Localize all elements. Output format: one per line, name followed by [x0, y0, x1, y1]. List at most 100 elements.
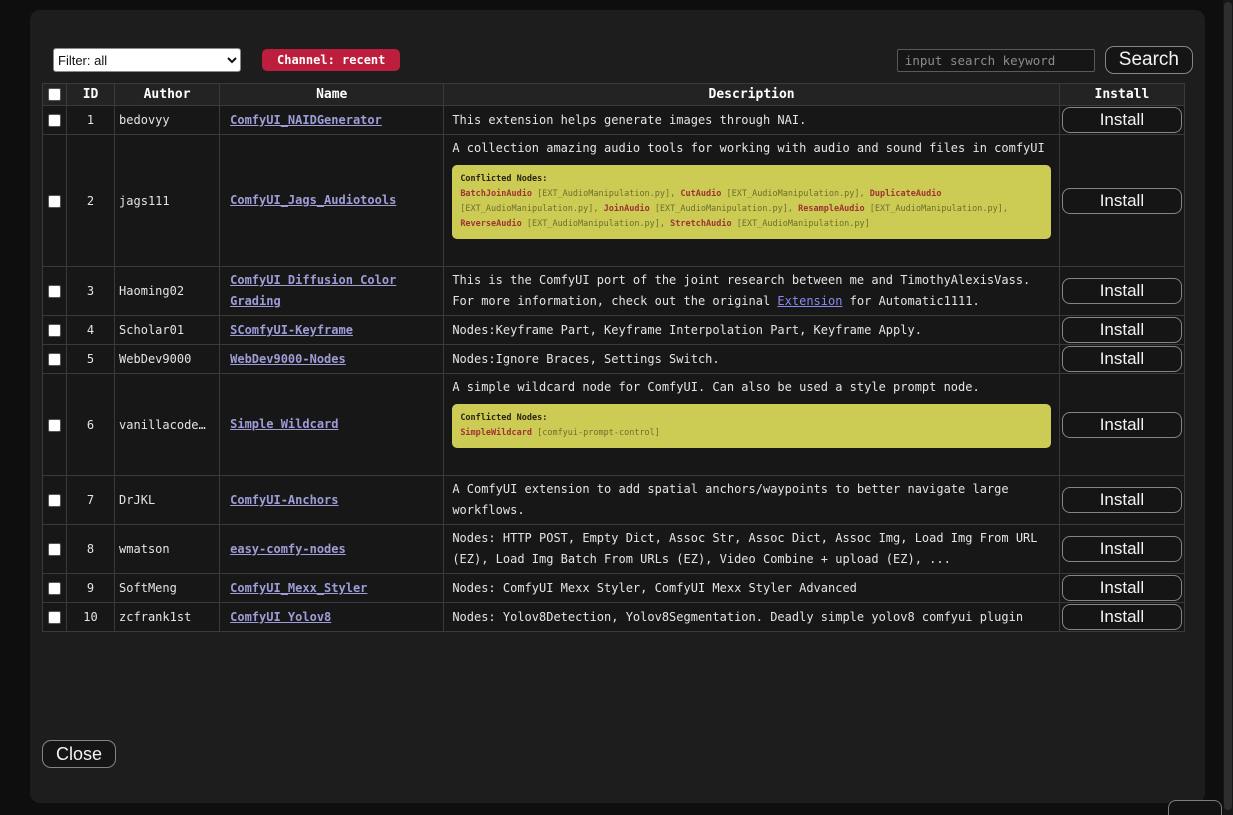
- row-description: Nodes: ComfyUI Mexx Styler, ComfyUI Mexx…: [444, 574, 1060, 603]
- install-button[interactable]: Install: [1062, 317, 1182, 343]
- conflict-node-name: ResampleAudio: [798, 204, 865, 214]
- header-install: Install: [1059, 84, 1184, 106]
- conflict-node-name: JoinAudio: [604, 204, 650, 214]
- extension-name-link[interactable]: ComfyUI_NAIDGenerator: [230, 113, 382, 127]
- row-checkbox[interactable]: [48, 114, 61, 127]
- custom-nodes-table: ID Author Name Description Install 1bedo…: [42, 83, 1185, 632]
- row-id: 1: [67, 106, 115, 135]
- description-text: This is the ComfyUI port of the joint re…: [452, 270, 1051, 312]
- table-scroll-area[interactable]: ID Author Name Description Install 1bedo…: [42, 83, 1198, 674]
- table-body: 1bedovyyComfyUI_NAIDGeneratorThis extens…: [43, 106, 1185, 632]
- row-install-cell: Install: [1059, 525, 1184, 574]
- row-checkbox[interactable]: [48, 543, 61, 556]
- row-select-cell: [43, 374, 67, 476]
- row-checkbox[interactable]: [48, 611, 61, 624]
- description-text: A simple wildcard node for ComfyUI. Can …: [452, 377, 1051, 398]
- row-select-cell: [43, 106, 67, 135]
- row-install-cell: Install: [1059, 267, 1184, 316]
- row-install-cell: Install: [1059, 135, 1184, 267]
- install-button[interactable]: Install: [1062, 536, 1182, 562]
- page-scrollbar[interactable]: [1223, 0, 1233, 815]
- row-select-cell: [43, 603, 67, 632]
- row-name-cell: WebDev9000-Nodes: [220, 345, 444, 374]
- extension-name-link[interactable]: easy-comfy-nodes: [230, 542, 346, 556]
- table-header-row: ID Author Name Description Install: [43, 84, 1185, 106]
- row-id: 2: [67, 135, 115, 267]
- table-row: 9SoftMengComfyUI_Mexx_StylerNodes: Comfy…: [43, 574, 1185, 603]
- row-checkbox[interactable]: [48, 195, 61, 208]
- conflict-node-name: DuplicateAudio: [870, 189, 942, 199]
- table-row: 3Haoming02 ComfyUI Diffusion Color Gradin…: [43, 267, 1185, 316]
- row-install-cell: Install: [1059, 345, 1184, 374]
- conflicted-nodes-box: Conflicted Nodes:SimpleWildcard [comfyui…: [452, 404, 1051, 448]
- row-name-cell: ComfyUI-Anchors: [220, 476, 444, 525]
- extension-name-link[interactable]: ComfyUI Diffusion Color Grading: [230, 273, 396, 308]
- row-id: 7: [67, 476, 115, 525]
- install-button[interactable]: Install: [1062, 278, 1182, 304]
- install-button[interactable]: Install: [1062, 575, 1182, 601]
- row-select-cell: [43, 574, 67, 603]
- row-id: 5: [67, 345, 115, 374]
- conflict-node-source: [EXT_AudioManipulation.py]: [737, 219, 870, 229]
- install-button[interactable]: Install: [1062, 487, 1182, 513]
- search-button[interactable]: Search: [1105, 46, 1193, 74]
- install-button[interactable]: Install: [1062, 107, 1182, 133]
- description-text: A collection amazing audio tools for wor…: [452, 138, 1051, 159]
- install-button[interactable]: Install: [1062, 604, 1182, 630]
- row-install-cell: Install: [1059, 603, 1184, 632]
- row-checkbox[interactable]: [48, 353, 61, 366]
- description-text: A ComfyUI extension to add spatial ancho…: [452, 479, 1051, 521]
- row-description: Nodes:Keyframe Part, Keyframe Interpolat…: [444, 316, 1060, 345]
- row-select-cell: [43, 267, 67, 316]
- close-button[interactable]: Close: [42, 740, 116, 768]
- description-link[interactable]: Extension: [777, 294, 842, 308]
- extension-name-link[interactable]: WebDev9000-Nodes: [230, 352, 346, 366]
- row-select-cell: [43, 525, 67, 574]
- description-text: This extension helps generate images thr…: [452, 110, 1051, 131]
- install-button[interactable]: Install: [1062, 346, 1182, 372]
- description-text: Nodes: ComfyUI Mexx Styler, ComfyUI Mexx…: [452, 578, 1051, 599]
- header-id: ID: [67, 84, 115, 106]
- row-select-cell: [43, 345, 67, 374]
- row-description: This extension helps generate images thr…: [444, 106, 1060, 135]
- row-author: Scholar01: [115, 316, 220, 345]
- extension-name-link[interactable]: ComfyUI-Anchors: [230, 493, 338, 507]
- filter-select[interactable]: Filter: all: [53, 48, 241, 72]
- row-author: DrJKL: [115, 476, 220, 525]
- conflicted-nodes-box: Conflicted Nodes:BatchJoinAudio [EXT_Aud…: [452, 165, 1051, 239]
- extension-name-link[interactable]: SComfyUI-Keyframe: [230, 323, 353, 337]
- install-button[interactable]: Install: [1062, 412, 1182, 438]
- header-name: Name: [220, 84, 444, 106]
- row-author: vanillacode…: [115, 374, 220, 476]
- row-id: 3: [67, 267, 115, 316]
- row-author: SoftMeng: [115, 574, 220, 603]
- conflicted-nodes-list: BatchJoinAudio [EXT_AudioManipulation.py…: [460, 187, 1043, 232]
- table-row: 7DrJKL ComfyUI-Anchors A ComfyUI extension…: [43, 476, 1185, 525]
- row-checkbox[interactable]: [48, 582, 61, 595]
- row-checkbox[interactable]: [48, 324, 61, 337]
- table-row: 8wmatsoneasy-comfy-nodesNodes: HTTP POST…: [43, 525, 1185, 574]
- row-id: 10: [67, 603, 115, 632]
- channel-badge: Channel: recent: [262, 49, 400, 71]
- page-scrollbar-thumb[interactable]: [1224, 2, 1232, 810]
- row-checkbox[interactable]: [48, 494, 61, 507]
- row-description: This is the ComfyUI port of the joint re…: [444, 267, 1060, 316]
- extension-name-link[interactable]: ComfyUI Yolov8: [230, 610, 331, 624]
- extension-name-link[interactable]: ComfyUI_Mexx_Styler: [230, 581, 367, 595]
- select-all-checkbox[interactable]: [48, 88, 61, 101]
- extension-name-link[interactable]: Simple Wildcard: [230, 417, 338, 431]
- conflict-node-source: [EXT_AudioManipulation.py]: [537, 189, 670, 199]
- conflict-node-name: ReverseAudio: [460, 219, 521, 229]
- table-overflow-spacer: [42, 632, 1198, 674]
- install-button[interactable]: Install: [1062, 188, 1182, 214]
- background-clipped-button: [1168, 800, 1222, 815]
- row-checkbox[interactable]: [48, 419, 61, 432]
- extension-name-link[interactable]: ComfyUI_Jags_Audiotools: [230, 193, 396, 207]
- row-select-cell: [43, 135, 67, 267]
- row-name-cell: ComfyUI_Mexx_Styler: [220, 574, 444, 603]
- conflict-node-source: [EXT_AudioManipulation.py]: [870, 204, 1003, 214]
- row-checkbox[interactable]: [48, 285, 61, 298]
- row-author: Haoming02: [115, 267, 220, 316]
- search-input[interactable]: [897, 49, 1095, 72]
- description-text: Nodes: HTTP POST, Empty Dict, Assoc Str,…: [452, 528, 1051, 570]
